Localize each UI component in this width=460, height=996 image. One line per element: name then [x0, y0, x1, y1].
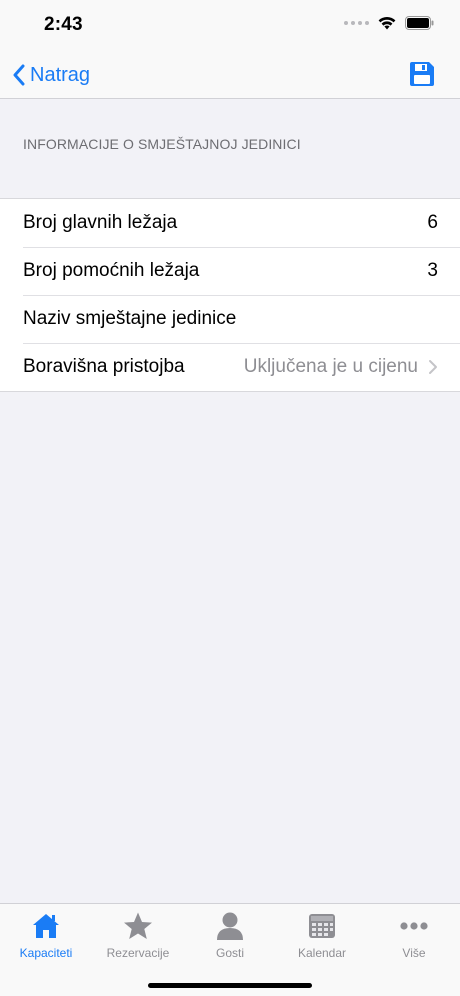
tab-label: Kapaciteti [19, 946, 73, 960]
row-tourist-tax[interactable]: Boravišna pristojba Uključena je u cijen… [0, 343, 460, 391]
signal-icon [344, 20, 369, 25]
status-time: 2:43 [44, 14, 83, 35]
star-icon [122, 910, 154, 942]
status-icons [344, 15, 434, 30]
row-extra-beds[interactable]: Broj pomoćnih ležaja 3 [0, 247, 460, 295]
back-button[interactable]: Natrag [12, 60, 90, 90]
house-icon [30, 910, 62, 942]
section-header: INFORMACIJE O SMJEŠTAJNOJ JEDINICI [23, 136, 301, 152]
battery-icon [405, 15, 434, 30]
row-main-beds[interactable]: Broj glavnih ležaja 6 [0, 199, 460, 247]
tab-vise[interactable]: Više [368, 904, 460, 996]
tab-bar: Kapaciteti Rezervacije Gosti Kalendar Vi… [0, 903, 460, 996]
status-bar: 2:43 [0, 0, 460, 50]
navigation-bar: Natrag [0, 50, 460, 99]
row-label: Broj pomoćnih ležaja [23, 260, 200, 281]
row-value: Uključena je u cijenu [243, 356, 418, 377]
chevron-left-icon [13, 64, 25, 86]
tab-label: Gosti [215, 946, 244, 960]
tab-label: Rezervacije [106, 946, 170, 960]
tab-kapaciteti[interactable]: Kapaciteti [0, 904, 92, 996]
row-unit-name[interactable]: Naziv smještajne jedinice [0, 295, 460, 343]
settings-table: Broj glavnih ležaja 6 Broj pomoćnih leža… [0, 198, 460, 392]
home-indicator [148, 983, 312, 988]
tab-label: Kalendar [297, 946, 347, 960]
row-value: 6 [427, 212, 438, 233]
row-value: 3 [427, 260, 438, 281]
row-label: Naziv smještajne jedinice [23, 308, 237, 329]
row-label: Boravišna pristojba [23, 356, 185, 377]
row-label: Broj glavnih ležaja [23, 212, 178, 233]
back-label: Natrag [30, 63, 91, 86]
tab-label: Više [402, 946, 426, 960]
person-icon [214, 910, 246, 942]
more-icon [398, 910, 430, 942]
save-icon [410, 62, 434, 86]
chevron-right-icon [429, 360, 437, 374]
save-button[interactable] [408, 60, 436, 88]
calendar-icon [306, 910, 338, 942]
wifi-icon [378, 16, 396, 30]
